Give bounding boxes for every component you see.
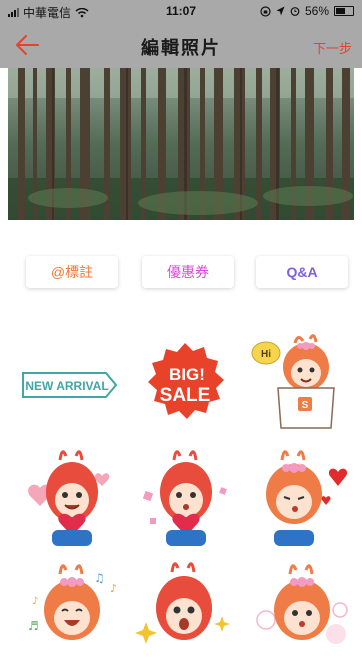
lock-rotation-icon: [260, 5, 271, 17]
battery-level: [336, 8, 345, 14]
svg-text:♫: ♫: [94, 571, 105, 585]
big-sale-line1: BIG!: [169, 365, 205, 384]
svg-text:♪: ♪: [32, 596, 38, 607]
mascot-music-art: ♫ ♪ ♬ ♪: [28, 564, 117, 640]
tab-coupon[interactable]: 優惠券: [142, 256, 234, 288]
mascot-bubbles-art: [256, 564, 348, 644]
next-step-button[interactable]: 下一步: [313, 38, 352, 57]
mascot-heart-art: [28, 450, 110, 546]
big-sale-sticker-art: BIG! SALE: [148, 343, 224, 419]
sticker-mascot-sparkle[interactable]: [136, 448, 236, 548]
mascot-hi-bag-art: Hi S: [251, 334, 335, 429]
new-arrival-sticker-art: NEW ARRIVAL: [22, 372, 118, 398]
sticker-mascot-music[interactable]: ♫ ♪ ♬ ♪: [22, 560, 122, 660]
photo-preview: [8, 68, 354, 220]
location-icon: [276, 6, 285, 16]
tab-qa[interactable]: Q&A: [256, 256, 348, 288]
sticker-new-arrival[interactable]: NEW ARRIVAL: [18, 335, 118, 435]
sticker-mascot-bubbles[interactable]: [252, 560, 352, 660]
sticker-mascot-surprised[interactable]: [134, 560, 234, 660]
sticker-mascot-kiss[interactable]: [252, 448, 352, 548]
forest-photo: [8, 68, 354, 220]
hi-bubble-text: Hi: [261, 349, 271, 360]
svg-text:♬: ♬: [28, 619, 39, 633]
battery-icon: [334, 6, 354, 16]
battery-percent: 56%: [304, 4, 329, 18]
big-sale-line2: SALE: [160, 385, 211, 406]
sticker-big-sale[interactable]: BIG! SALE: [135, 335, 235, 435]
sticker-mascot-heart[interactable]: [22, 448, 122, 548]
new-arrival-text: NEW ARRIVAL: [25, 379, 108, 393]
mascot-sparkle-art: [142, 450, 227, 546]
alarm-icon: [290, 7, 300, 16]
sticker-mascot-hi-bag[interactable]: Hi S: [248, 333, 348, 433]
status-bar: 中華電信 11:07 56%: [0, 0, 362, 22]
page-title: 編輯照片: [141, 38, 221, 58]
sticker-category-tabs: @標註 優惠券 Q&A: [0, 250, 362, 294]
status-right: 56%: [260, 4, 354, 18]
mascot-surprised-art: [135, 562, 230, 644]
svg-text:♪: ♪: [110, 582, 117, 595]
tab-tag[interactable]: @標註: [26, 256, 118, 288]
mascot-kiss-art: [266, 450, 348, 546]
bag-letter: S: [302, 400, 309, 411]
nav-bar: 編輯照片 下一步: [0, 22, 362, 68]
